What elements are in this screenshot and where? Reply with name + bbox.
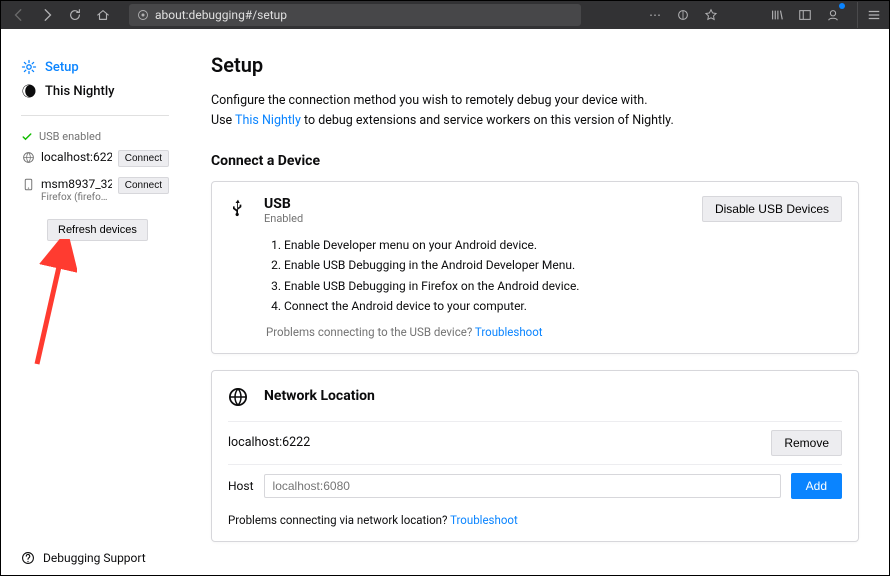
library-icon[interactable] (767, 5, 787, 25)
usb-step: Enable Developer menu on your Android de… (284, 235, 842, 255)
gear-icon (21, 59, 37, 75)
usb-card: USB Enabled Disable USB Devices Enable D… (211, 181, 859, 354)
sidebar-nightly-label: This Nightly (45, 84, 115, 99)
usb-status-text: USB enabled (39, 130, 101, 143)
home-button[interactable] (91, 3, 115, 27)
sidebar: Setup This Nightly USB enabled localhost… (1, 29, 181, 577)
firefox-icon (137, 9, 149, 21)
globe-icon (21, 150, 35, 164)
usb-status-row: USB enabled (21, 128, 169, 145)
network-card: Network Location localhost:6222 Remove H… (211, 370, 859, 542)
network-host: localhost:6222 (228, 435, 761, 450)
support-label: Debugging Support (43, 551, 146, 565)
phone-icon (21, 177, 35, 191)
usb-title: USB (264, 196, 688, 212)
connect-heading: Connect a Device (211, 153, 859, 169)
debugging-support-link[interactable]: Debugging Support (21, 551, 146, 565)
disable-usb-button[interactable]: Disable USB Devices (702, 196, 842, 222)
usb-footnote: Problems connecting to the USB device? T… (266, 325, 842, 339)
device-sub: Firefox (firefox-debugge… (41, 192, 112, 204)
back-button[interactable] (7, 3, 31, 27)
refresh-devices-button[interactable]: Refresh devices (47, 219, 148, 241)
globe-icon (228, 385, 250, 407)
usb-step: Enable USB Debugging in the Android Deve… (284, 255, 842, 275)
usb-steps: Enable Developer menu on your Android de… (266, 235, 842, 317)
sidebar-item-setup[interactable]: Setup (21, 55, 169, 79)
main-content: Setup Configure the connection method yo… (181, 29, 889, 577)
network-location-row: localhost:6222 Remove (228, 421, 842, 464)
this-nightly-link[interactable]: This Nightly (235, 113, 301, 128)
intro-text: Configure the connection method you wish… (211, 91, 859, 131)
usb-icon (228, 196, 250, 218)
annotation-arrow (17, 239, 77, 369)
reader-icon[interactable] (673, 5, 693, 25)
browser-toolbar: about:debugging#/setup ⋯ (1, 1, 889, 29)
bookmark-star-icon[interactable] (701, 5, 721, 25)
usb-sub: Enabled (264, 212, 688, 225)
connect-button[interactable]: Connect (118, 177, 169, 194)
more-icon[interactable]: ⋯ (645, 5, 665, 25)
host-label: Host (228, 479, 254, 493)
check-icon (21, 131, 33, 143)
toolbar-right: ⋯ (645, 2, 883, 28)
add-location-button[interactable]: Add (791, 473, 842, 499)
network-footnote: Problems connecting via network location… (228, 513, 842, 527)
sidebar-device-localhost[interactable]: localhost:6222 Connect (21, 145, 169, 172)
host-input[interactable] (264, 474, 781, 498)
sidebar-device-msm8937[interactable]: msm8937_32go Firefox (firefox-debugge… C… (21, 172, 169, 209)
network-title: Network Location (264, 388, 842, 404)
sidebar-divider (21, 115, 169, 116)
url-bar[interactable]: about:debugging#/setup (129, 4, 581, 26)
nightly-icon (21, 83, 37, 99)
hamburger-menu[interactable] (857, 2, 883, 28)
account-icon[interactable] (823, 5, 843, 25)
url-text: about:debugging#/setup (155, 8, 287, 22)
usb-step: Enable USB Debugging in Firefox on the A… (284, 276, 842, 296)
remove-location-button[interactable]: Remove (771, 430, 842, 456)
connect-button[interactable]: Connect (118, 150, 169, 167)
sidebar-toggle-icon[interactable] (795, 5, 815, 25)
page-title: Setup (211, 53, 859, 77)
usb-troubleshoot-link[interactable]: Troubleshoot (475, 325, 543, 339)
usb-step: Connect the Android device to your compu… (284, 296, 842, 316)
network-add-row: Host Add (228, 464, 842, 507)
device-name: localhost:6222 (41, 150, 112, 164)
forward-button[interactable] (35, 3, 59, 27)
reload-button[interactable] (63, 3, 87, 27)
device-name: msm8937_32go (41, 177, 112, 191)
network-troubleshoot-link[interactable]: Troubleshoot (450, 513, 518, 527)
sidebar-item-nightly[interactable]: This Nightly (21, 79, 169, 103)
sidebar-setup-label: Setup (45, 60, 79, 75)
help-icon (21, 551, 35, 565)
